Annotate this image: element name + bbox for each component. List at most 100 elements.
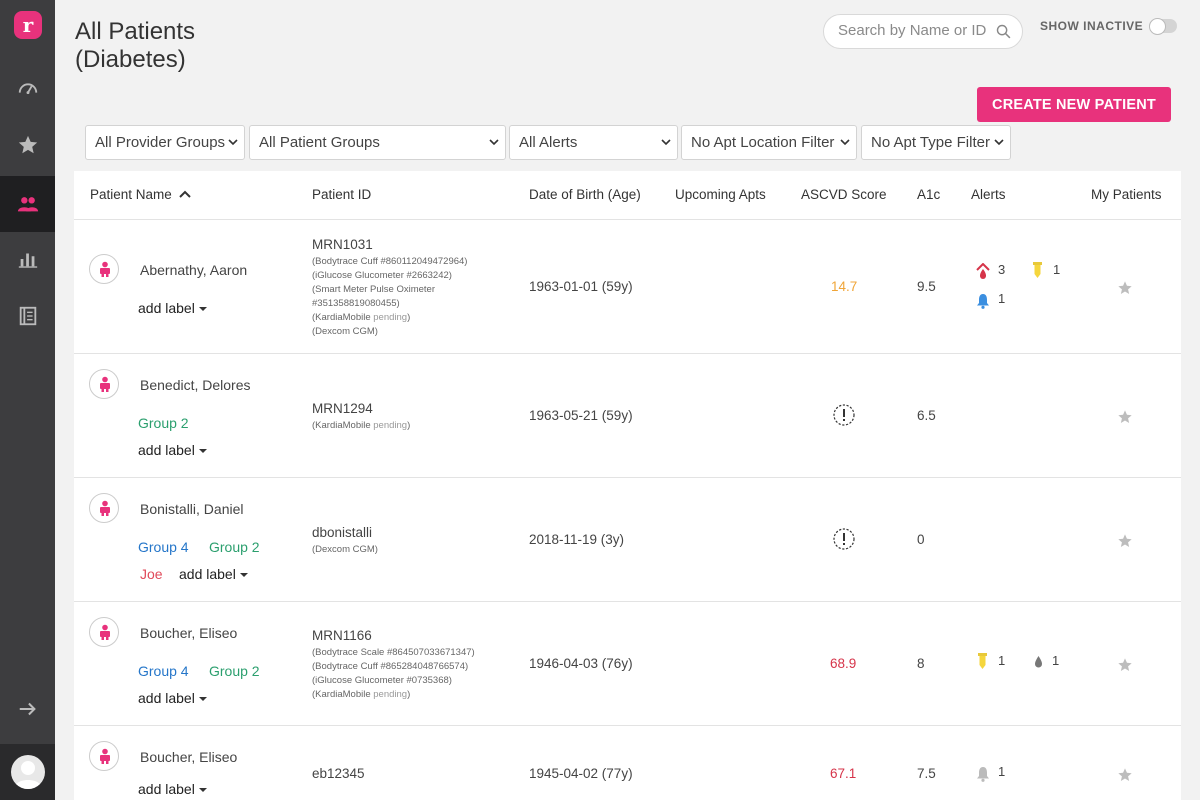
- glucose-alert-count: 1: [998, 653, 1006, 668]
- user-avatar-button[interactable]: [0, 744, 55, 800]
- device-pending: pending: [373, 689, 408, 700]
- provider-group-filter[interactable]: All Provider Groups: [85, 125, 245, 160]
- ascvd-missing-icon[interactable]: [833, 404, 855, 426]
- device-name: (KardiaMobile: [312, 689, 374, 700]
- dashboard-gauge-icon: [18, 83, 37, 95]
- ascvd-score: 67.1: [830, 766, 857, 781]
- app-logo[interactable]: r: [14, 11, 42, 39]
- my-patient-star-icon[interactable]: [1117, 767, 1133, 783]
- col-header-patient-id[interactable]: Patient ID: [312, 187, 371, 202]
- col-header-dob[interactable]: Date of Birth (Age): [529, 187, 641, 202]
- search-input[interactable]: [838, 22, 988, 39]
- bell-alert-icon[interactable]: [976, 766, 990, 782]
- col-header-my-patients[interactable]: My Patients: [1091, 187, 1162, 202]
- sidebar-item-reports[interactable]: [0, 231, 55, 287]
- row-divider: [74, 725, 1181, 726]
- sort-ascending-icon: [178, 190, 191, 198]
- my-patient-star-icon[interactable]: [1117, 533, 1133, 549]
- a1c-value: 7.5: [917, 766, 936, 781]
- show-inactive-label: SHOW INACTIVE: [1040, 19, 1144, 33]
- chevron-down-icon: [489, 139, 499, 146]
- create-new-patient-button[interactable]: CREATE NEW PATIENT: [977, 87, 1171, 122]
- a1c-value: 0: [917, 532, 925, 547]
- group-label[interactable]: Group 2: [209, 539, 260, 555]
- search-icon[interactable]: [995, 23, 1012, 40]
- sidebar-item-dashboard[interactable]: [0, 60, 55, 116]
- patient-name[interactable]: Benedict, Delores: [140, 377, 251, 393]
- date-of-birth: 1945-04-02 (77y): [529, 766, 633, 781]
- date-of-birth: 1963-05-21 (59y): [529, 408, 633, 423]
- search-box: [823, 14, 1023, 49]
- glucose-alert-count: 1: [1053, 262, 1061, 277]
- my-patient-star-icon[interactable]: [1117, 280, 1133, 296]
- blood-pressure-alert-icon[interactable]: [976, 263, 990, 280]
- ascvd-score: 68.9: [830, 656, 857, 671]
- glucose-alert-icon[interactable]: [978, 653, 987, 670]
- col-header-upcoming-apts[interactable]: Upcoming Apts: [675, 187, 766, 202]
- patient-avatar: [89, 617, 119, 647]
- patient-group-filter-value: All Patient Groups: [259, 134, 380, 151]
- provider-group-filter-value: All Provider Groups: [95, 134, 226, 151]
- col-header-a1c[interactable]: A1c: [917, 187, 940, 202]
- alerts-filter-value: All Alerts: [519, 134, 578, 151]
- sidebar: r: [0, 0, 55, 800]
- sidebar-expand-button[interactable]: [0, 681, 55, 737]
- group-label[interactable]: Joe: [140, 566, 163, 582]
- sidebar-item-favorites[interactable]: [0, 117, 55, 173]
- bell-alert-icon[interactable]: [976, 293, 990, 309]
- device-info: (KardiaMobile pending): [312, 420, 411, 431]
- group-label[interactable]: Group 2: [209, 663, 260, 679]
- group-label[interactable]: Group 2: [138, 415, 189, 431]
- col-header-patient-name[interactable]: Patient Name: [90, 187, 191, 202]
- apt-location-filter[interactable]: No Apt Location Filter: [681, 125, 857, 160]
- drop-alert-icon[interactable]: [1034, 656, 1043, 668]
- bar-chart-icon: [18, 253, 37, 268]
- patient-name[interactable]: Boucher, Eliseo: [140, 749, 237, 765]
- chevron-down-icon: [994, 139, 1004, 146]
- patient-person-icon: [100, 261, 110, 277]
- row-divider: [74, 477, 1181, 478]
- group-label[interactable]: Group 4: [138, 663, 189, 679]
- my-patient-star-icon[interactable]: [1117, 657, 1133, 673]
- show-inactive-toggle[interactable]: [1149, 18, 1177, 35]
- patient-name[interactable]: Abernathy, Aaron: [140, 262, 247, 278]
- date-of-birth: 1963-01-01 (59y): [529, 279, 633, 294]
- add-label-dropdown[interactable]: add label: [138, 690, 207, 706]
- patient-id: MRN1294: [312, 401, 373, 416]
- device-info: #351358819080455): [312, 298, 400, 309]
- row-divider: [74, 353, 1181, 354]
- arrow-right-icon: [19, 702, 36, 716]
- device-info: (Bodytrace Cuff #865284048766574): [312, 661, 469, 672]
- glucose-alert-icon[interactable]: [1033, 262, 1042, 279]
- patient-person-icon: [100, 500, 110, 516]
- device-info: (KardiaMobile pending): [312, 312, 411, 323]
- sidebar-item-patients[interactable]: [0, 176, 55, 232]
- drop-alert-count: 1: [1052, 653, 1060, 668]
- page-title-line2: (Diabetes): [75, 46, 186, 73]
- add-label-dropdown[interactable]: add label: [138, 300, 207, 316]
- my-patient-star-icon[interactable]: [1117, 409, 1133, 425]
- alerts-filter[interactable]: All Alerts: [509, 125, 678, 160]
- patient-name[interactable]: Bonistalli, Daniel: [140, 501, 244, 517]
- device-info: (KardiaMobile pending): [312, 689, 411, 700]
- col-header-alerts[interactable]: Alerts: [971, 187, 1006, 202]
- patients-icon: [17, 197, 38, 212]
- patient-person-icon: [100, 376, 110, 392]
- device-info: (Bodytrace Scale #864507033671347): [312, 647, 475, 658]
- patient-id: MRN1166: [312, 628, 372, 643]
- page-title-line1: All Patients: [75, 18, 196, 45]
- add-label-dropdown[interactable]: add label: [138, 442, 207, 458]
- patient-id: eb12345: [312, 766, 365, 781]
- ascvd-missing-icon[interactable]: [833, 528, 855, 550]
- col-header-ascvd[interactable]: ASCVD Score: [801, 187, 887, 202]
- bp-alert-count: 3: [998, 262, 1006, 277]
- group-label[interactable]: Group 4: [138, 539, 189, 555]
- patient-name[interactable]: Boucher, Eliseo: [140, 625, 237, 641]
- add-label-dropdown[interactable]: add label: [179, 566, 248, 582]
- patient-avatar: [89, 369, 119, 399]
- patient-group-filter[interactable]: All Patient Groups: [249, 125, 506, 160]
- device-info: (Dexcom CGM): [312, 544, 378, 555]
- sidebar-item-notes[interactable]: [0, 288, 55, 344]
- add-label-dropdown[interactable]: add label: [138, 781, 207, 797]
- apt-type-filter[interactable]: No Apt Type Filter: [861, 125, 1011, 160]
